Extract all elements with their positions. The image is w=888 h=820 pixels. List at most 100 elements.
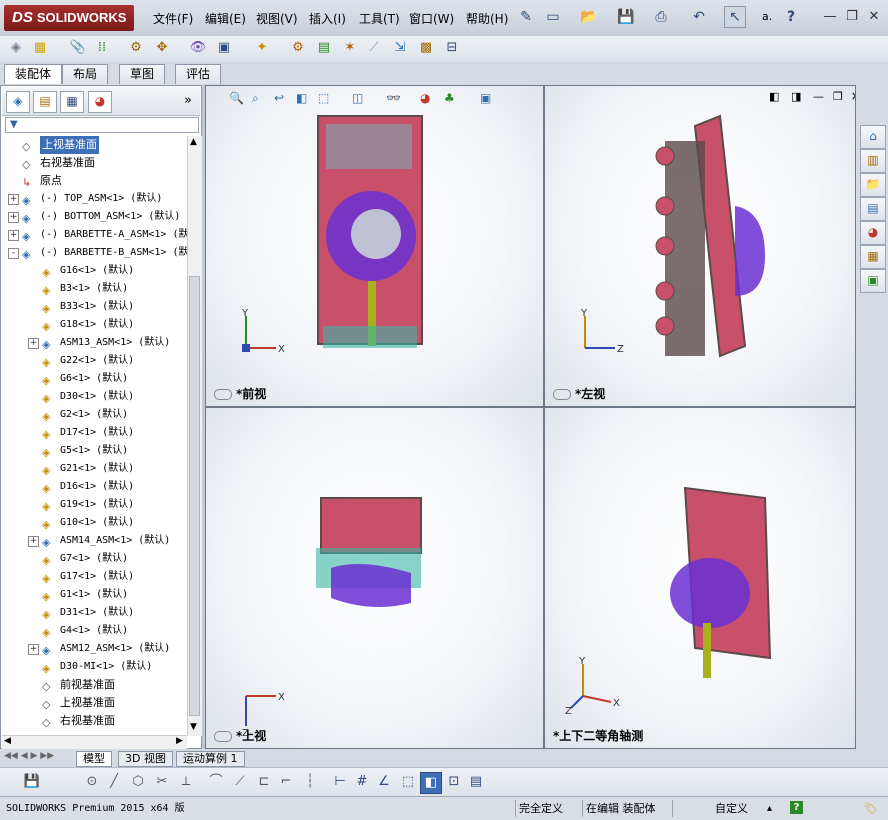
tree-node[interactable]: ◈ D30<1> (默认) [2,388,187,406]
tree-node[interactable]: ◇ 上视基准面 [2,136,187,154]
tree-node[interactable]: ◈ D17<1> (默认) [2,424,187,442]
feature-manager-icon[interactable]: ◈ [6,91,30,113]
viewport-isometric[interactable]: Y X Z *上下二等角轴测 [544,407,856,749]
tree-node[interactable]: ◈ G16<1> (默认) [2,262,187,280]
unit-dropdown-icon[interactable]: ▴ [767,800,772,817]
tree-node[interactable]: ◈ G5<1> (默认) [2,442,187,460]
close-icon[interactable]: ✕ [864,8,884,26]
angle-icon[interactable]: ∠ [374,772,394,792]
tree-node[interactable]: ◈ G22<1> (默认) [2,352,187,370]
appearances-icon[interactable]: ◕ [860,221,886,245]
sketch-extend-icon[interactable]: ⟂ [176,772,196,792]
tag-icon[interactable]: 🏷 [864,800,878,817]
tree-node[interactable]: ◈ G2<1> (默认) [2,406,187,424]
tree-node[interactable]: ◈ B3<1> (默认) [2,280,187,298]
table-icon[interactable]: ▤ [466,772,486,792]
menu-help[interactable]: 帮助(H) [466,10,508,27]
sketch-trim-icon[interactable]: ✂ [152,772,172,792]
insert-component-icon[interactable]: ◈ [6,38,26,58]
link-views-icon[interactable] [553,389,571,400]
explode-line-icon[interactable]: ⟋ [364,38,384,58]
scroll-right-icon[interactable]: ▶ [176,736,183,746]
menu-tools[interactable]: 工具(T) [359,10,400,27]
sketch-chamfer-icon[interactable]: ⟋ [230,772,250,792]
expand-panel-icon[interactable]: » [184,93,192,108]
tree-vertical-scrollbar[interactable]: ▲ ▼ [187,136,202,736]
tree-node[interactable]: ◈ G4<1> (默认) [2,622,187,640]
tab-3d-views[interactable]: 3D 视图 [118,751,173,767]
update-speedpak-icon[interactable]: ▩ [416,38,436,58]
open-folder-icon[interactable]: 📂 [578,6,600,28]
menu-window[interactable]: 窗口(W) [409,10,454,27]
mate-icon[interactable]: 📎 [68,38,88,58]
scroll-thumb[interactable] [189,276,200,716]
smart-dimension-icon[interactable]: ⊢ [330,772,350,792]
sketch-line-icon[interactable]: ╱ [104,772,124,792]
sketch-polygon-icon[interactable]: ⬡ [128,772,148,792]
tab-motion-study[interactable]: 运动算例 1 [176,751,245,767]
file-explorer-icon[interactable]: 📁 [860,173,886,197]
tree-node[interactable]: ◇ 右视基准面 [2,154,187,172]
viewport-top[interactable]: Z X *上视 [205,407,544,749]
pin-icon[interactable]: ✎ [515,6,537,28]
scroll-left-icon[interactable]: ◀ [4,736,11,746]
instant3d-icon[interactable]: ⇲ [390,38,410,58]
tree-node[interactable]: + ◈ ASM14_ASM<1> (默认) [2,532,187,550]
configuration-manager-icon[interactable]: ▦ [60,91,84,113]
3d-box-icon[interactable]: ⬚ [398,772,418,792]
expand-icon[interactable]: + [28,644,39,655]
design-library-icon[interactable]: ▥ [860,149,886,173]
tree-node[interactable]: ◈ G17<1> (默认) [2,568,187,586]
menu-edit[interactable]: 编辑(E) [205,10,246,27]
viewport-left[interactable]: ◧ ◨ — ❐ ✕ Y Z *左视 [544,85,856,407]
sketch-point-icon[interactable]: ⊙ [82,772,102,792]
tree-node[interactable]: + ◈ ASM12_ASM<1> (默认) [2,640,187,658]
tree-node[interactable]: ◇ 上视基准面 [2,694,187,712]
print-icon[interactable]: ⎙ [650,6,672,28]
solidworks-logo[interactable]: DS SOLIDWORKS [4,5,134,31]
tree-node[interactable]: + ◈ (-) TOP_ASM<1> (默认) [2,190,187,208]
tab-assembly[interactable]: 装配体 [4,64,63,84]
tree-node[interactable]: ◈ D16<1> (默认) [2,478,187,496]
tab-model[interactable]: 模型 [76,751,112,767]
sketch-fillet-icon[interactable]: ⌒ [206,772,226,792]
collapse-icon[interactable]: - [8,248,19,259]
sketch-centerline-icon[interactable]: ┆ [300,772,320,792]
tree-node[interactable]: ◇ 右视基准面 [2,712,187,730]
tree-node[interactable]: ◈ G6<1> (默认) [2,370,187,388]
help-icon[interactable]: ? [790,801,803,814]
shaded-display-icon[interactable]: ◧ [420,772,442,794]
new-document-icon[interactable]: ▭ [542,6,564,28]
tree-node[interactable]: ◈ G10<1> (默认) [2,514,187,532]
expand-icon[interactable]: + [8,194,19,205]
undo-icon[interactable]: ↶ [688,6,710,28]
linear-pattern-icon[interactable]: ⁞⁞ [92,38,112,58]
tab-nav-arrows[interactable]: ◀◀ ◀ ▶ ▶▶ [4,751,54,761]
tree-node[interactable]: - ◈ (-) BARBETTE-B_ASM<1> (默 [2,244,187,262]
sketch-offset-icon[interactable]: ⊏ [254,772,274,792]
viewport-front[interactable]: 🔍 ⌕ ↩ ◧ ⬚ ◫ 👓 ◕ ♣ ▣ Y X *前视 [205,85,544,407]
help-icon[interactable]: ? [780,6,802,28]
display-manager-icon[interactable]: ◕ [88,91,112,113]
tree-node[interactable]: ◈ G1<1> (默认) [2,586,187,604]
reference-geometry-icon[interactable]: ✦ [252,38,272,58]
tree-node[interactable]: ◈ D30-MI<1> (默认) [2,658,187,676]
view-palette-icon[interactable]: ▤ [860,197,886,221]
tree-node[interactable]: ↳ 原点 [2,172,187,190]
menu-file[interactable]: 文件(F) [153,10,193,27]
camera-icon[interactable]: ⊡ [444,772,464,792]
tab-evaluate[interactable]: 评估 [175,64,222,84]
sketch-corner-icon[interactable]: ⌐ [276,772,296,792]
expand-icon[interactable]: + [28,536,39,547]
tab-layout[interactable]: 布局 [62,64,109,84]
tree-node[interactable]: + ◈ (-) BARBETTE-A_ASM<1> (默 [2,226,187,244]
show-hidden-icon[interactable]: 👁 [188,38,208,58]
unit-system-select[interactable]: 自定义 [715,800,748,817]
open-part-icon[interactable]: ▦ [30,38,50,58]
scroll-down-icon[interactable]: ▼ [190,722,197,732]
save-icon[interactable]: 💾 [22,772,42,792]
exploded-view-icon[interactable]: ✶ [340,38,360,58]
new-motion-study-icon[interactable]: ⚙ [288,38,308,58]
link-views-icon[interactable] [214,389,232,400]
custom-properties-icon[interactable]: ▦ [860,245,886,269]
